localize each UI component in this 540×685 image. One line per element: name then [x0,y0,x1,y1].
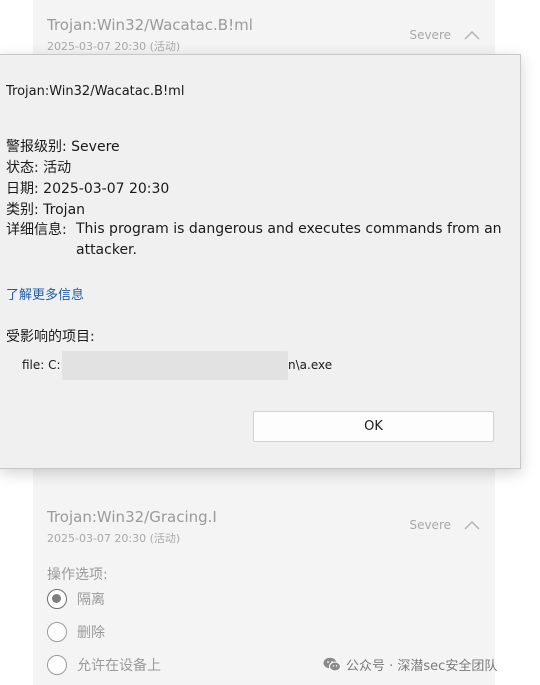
radio-label: 隔离 [77,592,105,608]
dialog-title: Trojan:Win32/Wacatac.B!ml [6,84,185,99]
details-text: This program is dangerous and executes c… [76,221,502,258]
threat-date: 2025-03-07 20:30 (活动) [47,40,181,53]
wechat-icon [323,657,341,672]
severity-label: Severe [409,518,451,532]
radio-allow[interactable]: 允许在设备上 [47,654,161,676]
radio-remove[interactable]: 删除 [47,621,105,643]
radio-label: 删除 [77,625,105,641]
watermark-text: 公众号 · 深潜sec安全团队 [346,659,498,674]
redacted-path [62,351,288,380]
radio-quarantine[interactable]: 隔离 [47,588,105,610]
threat-name: Trojan:Win32/Wacatac.B!ml [47,16,253,34]
category: 类别: Trojan [6,202,86,218]
threat-date: 2025-03-07 20:30 (活动) [47,532,181,545]
radio-button[interactable] [47,655,67,675]
file-path-prefix: file: C: [22,358,61,372]
date: 日期: 2025-03-07 20:30 [6,181,170,197]
threat-list-item[interactable]: Trojan:Win32/Gracing.I 2025-03-07 20:30 … [33,495,495,565]
affected-items-heading: 受影响的项目: [6,329,95,345]
alert-level: 警报级别: Severe [6,139,120,155]
chevron-up-icon[interactable] [463,29,481,41]
details-label: 详细信息: [6,222,67,238]
radio-button[interactable] [47,622,67,642]
radio-button[interactable] [47,589,67,609]
ok-button[interactable]: OK [253,411,494,442]
threat-details-dialog: Trojan:Win32/Wacatac.B!ml 警报级别: Severe 状… [0,54,521,469]
chevron-up-icon[interactable] [463,519,481,531]
actions-heading: 操作选项: [47,567,108,583]
status: 状态: 活动 [6,160,72,176]
learn-more-link[interactable]: 了解更多信息 [6,284,84,303]
threat-name: Trojan:Win32/Gracing.I [47,508,217,526]
threat-list-item[interactable]: Trojan:Win32/Wacatac.B!ml 2025-03-07 20:… [33,0,495,54]
file-path-suffix: n\a.exe [288,358,333,372]
severity-label: Severe [409,28,451,42]
radio-label: 允许在设备上 [77,658,161,674]
watermark: 公众号 · 深潜sec安全团队 [323,655,497,674]
